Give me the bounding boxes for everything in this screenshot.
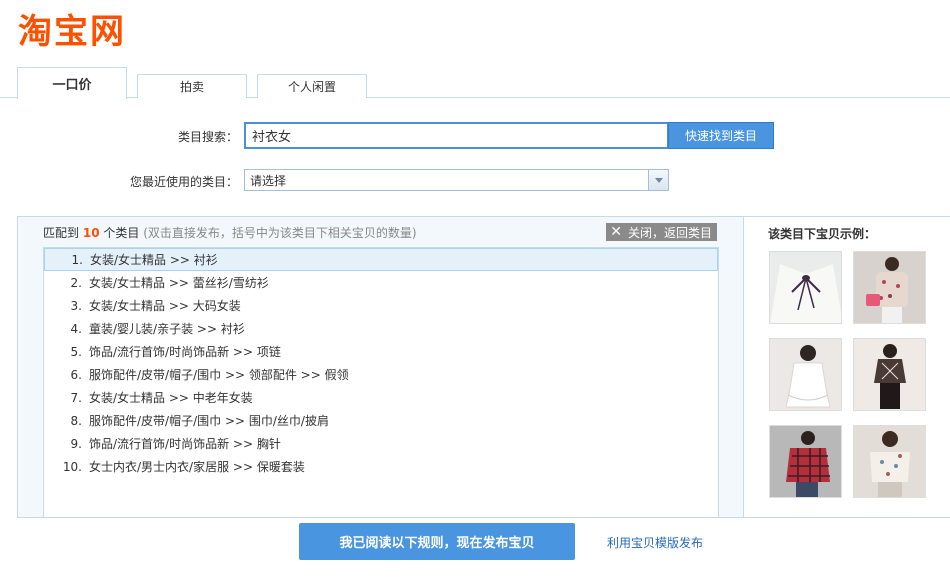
close-icon: ✕ (610, 224, 622, 240)
result-item-path: 童装/婴儿装/亲子装 >> 衬衫 (89, 322, 245, 336)
result-item-path: 女装/女士精品 >> 大码女装 (89, 299, 241, 313)
results-suffix: 个类目 (103, 226, 140, 240)
result-item-number: 2. (70, 275, 82, 290)
sample-thumbnail[interactable] (769, 425, 842, 498)
taobao-logo[interactable]: 淘宝网 (18, 8, 126, 52)
white-ruffle-dress-image (770, 339, 841, 410)
result-item-number: 10. (62, 459, 82, 474)
close-return-label: 关闭，返回类目 (627, 225, 712, 240)
result-item-path: 服饰配件/皮带/帽子/围巾 >> 领部配件 >> 假领 (89, 368, 349, 382)
category-result-item[interactable]: 1. 女装/女士精品 >> 衬衫 (44, 248, 718, 271)
recent-category-label: 您最近使用的类目： (129, 175, 238, 189)
category-result-item[interactable]: 8. 服饰配件/皮带/帽子/围巾 >> 围巾/丝巾/披肩 (44, 409, 718, 432)
sample-thumbnail[interactable] (769, 338, 842, 411)
result-item-number: 5. (70, 344, 82, 359)
category-result-item[interactable]: 6. 服饰配件/皮带/帽子/围巾 >> 领部配件 >> 假领 (44, 363, 718, 386)
category-result-item[interactable]: 10. 女士内衣/男士内衣/家居服 >> 保暖套装 (44, 455, 718, 478)
category-search-label: 类目搜索： (177, 130, 238, 144)
sample-items-panel: 该类目下宝贝示例： (744, 216, 950, 518)
result-item-number: 4. (70, 321, 82, 336)
result-item-path: 饰品/流行首饰/时尚饰品新 >> 胸针 (89, 437, 281, 451)
publish-type-tabs: 一口价 拍卖 个人闲置 (0, 67, 950, 99)
floral-blouse-image (854, 252, 925, 323)
close-return-button[interactable]: ✕ 关闭，返回类目 (606, 223, 717, 241)
result-item-number: 3. (70, 298, 82, 313)
category-result-item[interactable]: 3. 女装/女士精品 >> 大码女装 (44, 294, 718, 317)
logo-text: 淘宝网 (18, 11, 126, 52)
sample-thumbnail[interactable] (769, 251, 842, 324)
result-item-number: 7. (70, 390, 82, 405)
tab-auction[interactable]: 拍卖 (137, 74, 247, 98)
result-item-number: 1. (71, 252, 83, 267)
sample-thumbnail[interactable] (853, 425, 926, 498)
tab-fixed-price[interactable]: 一口价 (17, 67, 127, 99)
sample-items-title: 该类目下宝贝示例： (768, 227, 877, 241)
result-item-path: 饰品/流行首饰/时尚饰品新 >> 项链 (89, 345, 281, 359)
white-blouse-bow-image (770, 252, 841, 323)
result-item-path: 女装/女士精品 >> 蕾丝衫/雪纺衫 (89, 276, 269, 290)
category-result-item[interactable]: 9. 饰品/流行首饰/时尚饰品新 >> 胸针 (44, 432, 718, 455)
tab-personal-idle[interactable]: 个人闲置 (257, 74, 367, 98)
recent-category-value: 请选择 (250, 173, 287, 188)
result-item-number: 9. (70, 436, 82, 451)
results-count: 10 (82, 226, 100, 240)
category-results-panel: 匹配到 10 个类目 (双击直接发布，括号中为该类目下相关宝贝的数量) ✕ 关闭… (17, 216, 744, 518)
category-search-input[interactable] (244, 122, 669, 149)
category-result-item[interactable]: 7. 女装/女士精品 >> 中老年女装 (44, 386, 718, 409)
results-header: 匹配到 10 个类目 (双击直接发布，括号中为该类目下相关宝贝的数量) (43, 224, 417, 241)
find-category-button[interactable]: 快速找到类目 (668, 122, 774, 149)
results-hint: (双击直接发布，括号中为该类目下相关宝贝的数量) (143, 226, 417, 240)
recent-category-select[interactable]: 请选择 (244, 169, 669, 191)
publish-item-button[interactable]: 我已阅读以下规则，现在发布宝贝 (299, 523, 575, 560)
chevron-down-icon[interactable] (648, 170, 668, 190)
category-result-item[interactable]: 2. 女装/女士精品 >> 蕾丝衫/雪纺衫 (44, 271, 718, 294)
sample-thumbnail[interactable] (853, 251, 926, 324)
dark-blouse-image (854, 339, 925, 410)
off-shoulder-blouse-image (854, 426, 925, 497)
category-result-item[interactable]: 4. 童装/婴儿装/亲子装 >> 衬衫 (44, 317, 718, 340)
result-item-number: 6. (70, 367, 82, 382)
red-plaid-shirt-image (770, 426, 841, 497)
category-result-item[interactable]: 5. 饰品/流行首饰/时尚饰品新 >> 项链 (44, 340, 718, 363)
sample-thumbnail[interactable] (853, 338, 926, 411)
result-item-number: 8. (70, 413, 82, 428)
publish-with-template-link[interactable]: 利用宝贝模版发布 (607, 534, 703, 551)
result-item-path: 女士内衣/男士内衣/家居服 >> 保暖套装 (89, 460, 305, 474)
results-prefix: 匹配到 (43, 226, 80, 240)
result-item-path: 女装/女士精品 >> 衬衫 (90, 253, 218, 267)
category-result-list: 1. 女装/女士精品 >> 衬衫 2. 女装/女士精品 >> 蕾丝衫/雪纺衫 3. 女装/… (43, 247, 719, 518)
result-item-path: 服饰配件/皮带/帽子/围巾 >> 围巾/丝巾/披肩 (89, 414, 329, 428)
result-item-path: 女装/女士精品 >> 中老年女装 (89, 391, 253, 405)
